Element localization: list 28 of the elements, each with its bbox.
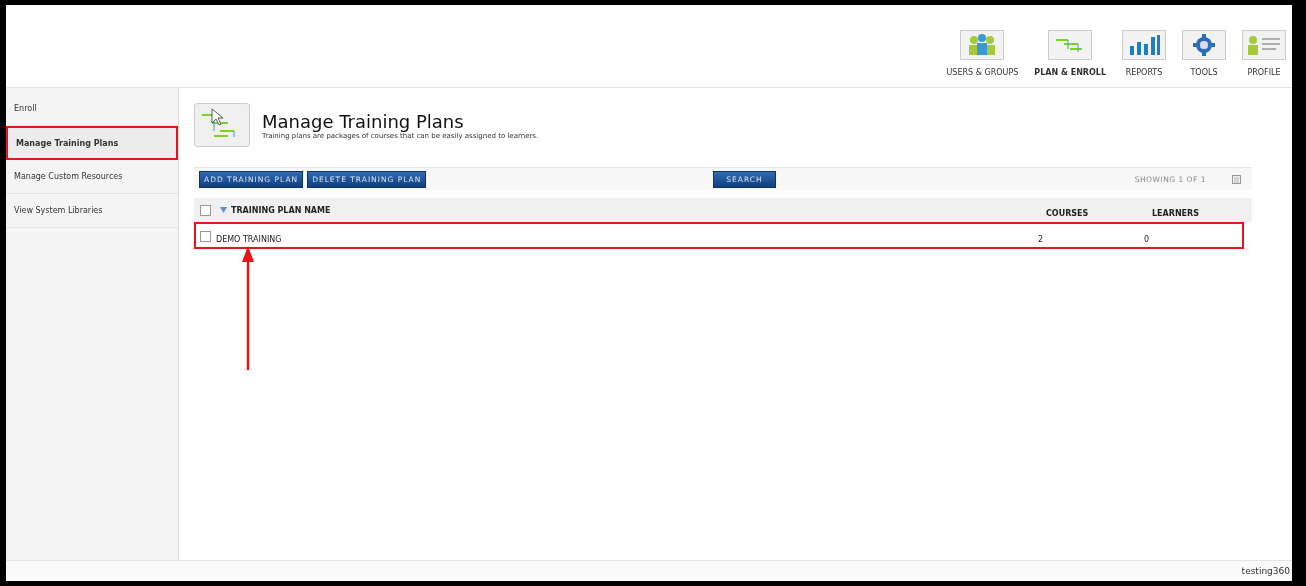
plan-icon bbox=[194, 103, 250, 147]
sidebar-item[interactable]: View System Libraries bbox=[6, 194, 178, 228]
sidebar-item[interactable]: Manage Custom Resources bbox=[6, 160, 178, 194]
bar-chart-icon bbox=[1122, 30, 1166, 60]
plan-icon bbox=[1048, 30, 1093, 60]
select-all-checkbox[interactable] bbox=[200, 204, 211, 216]
username: testing360 bbox=[1241, 566, 1290, 576]
table-cell: 0 bbox=[1144, 234, 1150, 244]
column-header[interactable]: COURSES bbox=[1046, 208, 1089, 218]
gear-icon bbox=[1182, 30, 1226, 60]
column-header[interactable]: LEARNERS bbox=[1152, 208, 1199, 218]
column-header[interactable]: TRAINING PLAN NAME bbox=[231, 205, 331, 215]
nav-tab[interactable]: PLAN & ENROLL bbox=[1034, 30, 1106, 77]
table-cell: DEMO TRAINING bbox=[216, 234, 282, 244]
sidebar-item[interactable]: Manage Training Plans bbox=[6, 126, 178, 160]
nav-tab[interactable]: REPORTS bbox=[1122, 30, 1166, 77]
profile-icon bbox=[1242, 30, 1286, 60]
nav-tab[interactable]: USERS & GROUPS bbox=[946, 30, 1019, 77]
people-icon bbox=[960, 30, 1005, 60]
row-checkbox[interactable] bbox=[200, 230, 211, 242]
table-cell: 2 bbox=[1038, 234, 1044, 244]
grid-icon[interactable] bbox=[1232, 174, 1241, 184]
nav-tab[interactable]: PROFILE bbox=[1242, 30, 1286, 77]
table-row[interactable]: DEMO TRAINING 2 0 bbox=[194, 222, 1244, 249]
arrow-icon bbox=[242, 246, 254, 370]
page-title: Manage Training Plans bbox=[262, 110, 465, 132]
sort-icon[interactable] bbox=[220, 207, 227, 213]
nav-tab[interactable]: TOOLS bbox=[1182, 30, 1226, 77]
